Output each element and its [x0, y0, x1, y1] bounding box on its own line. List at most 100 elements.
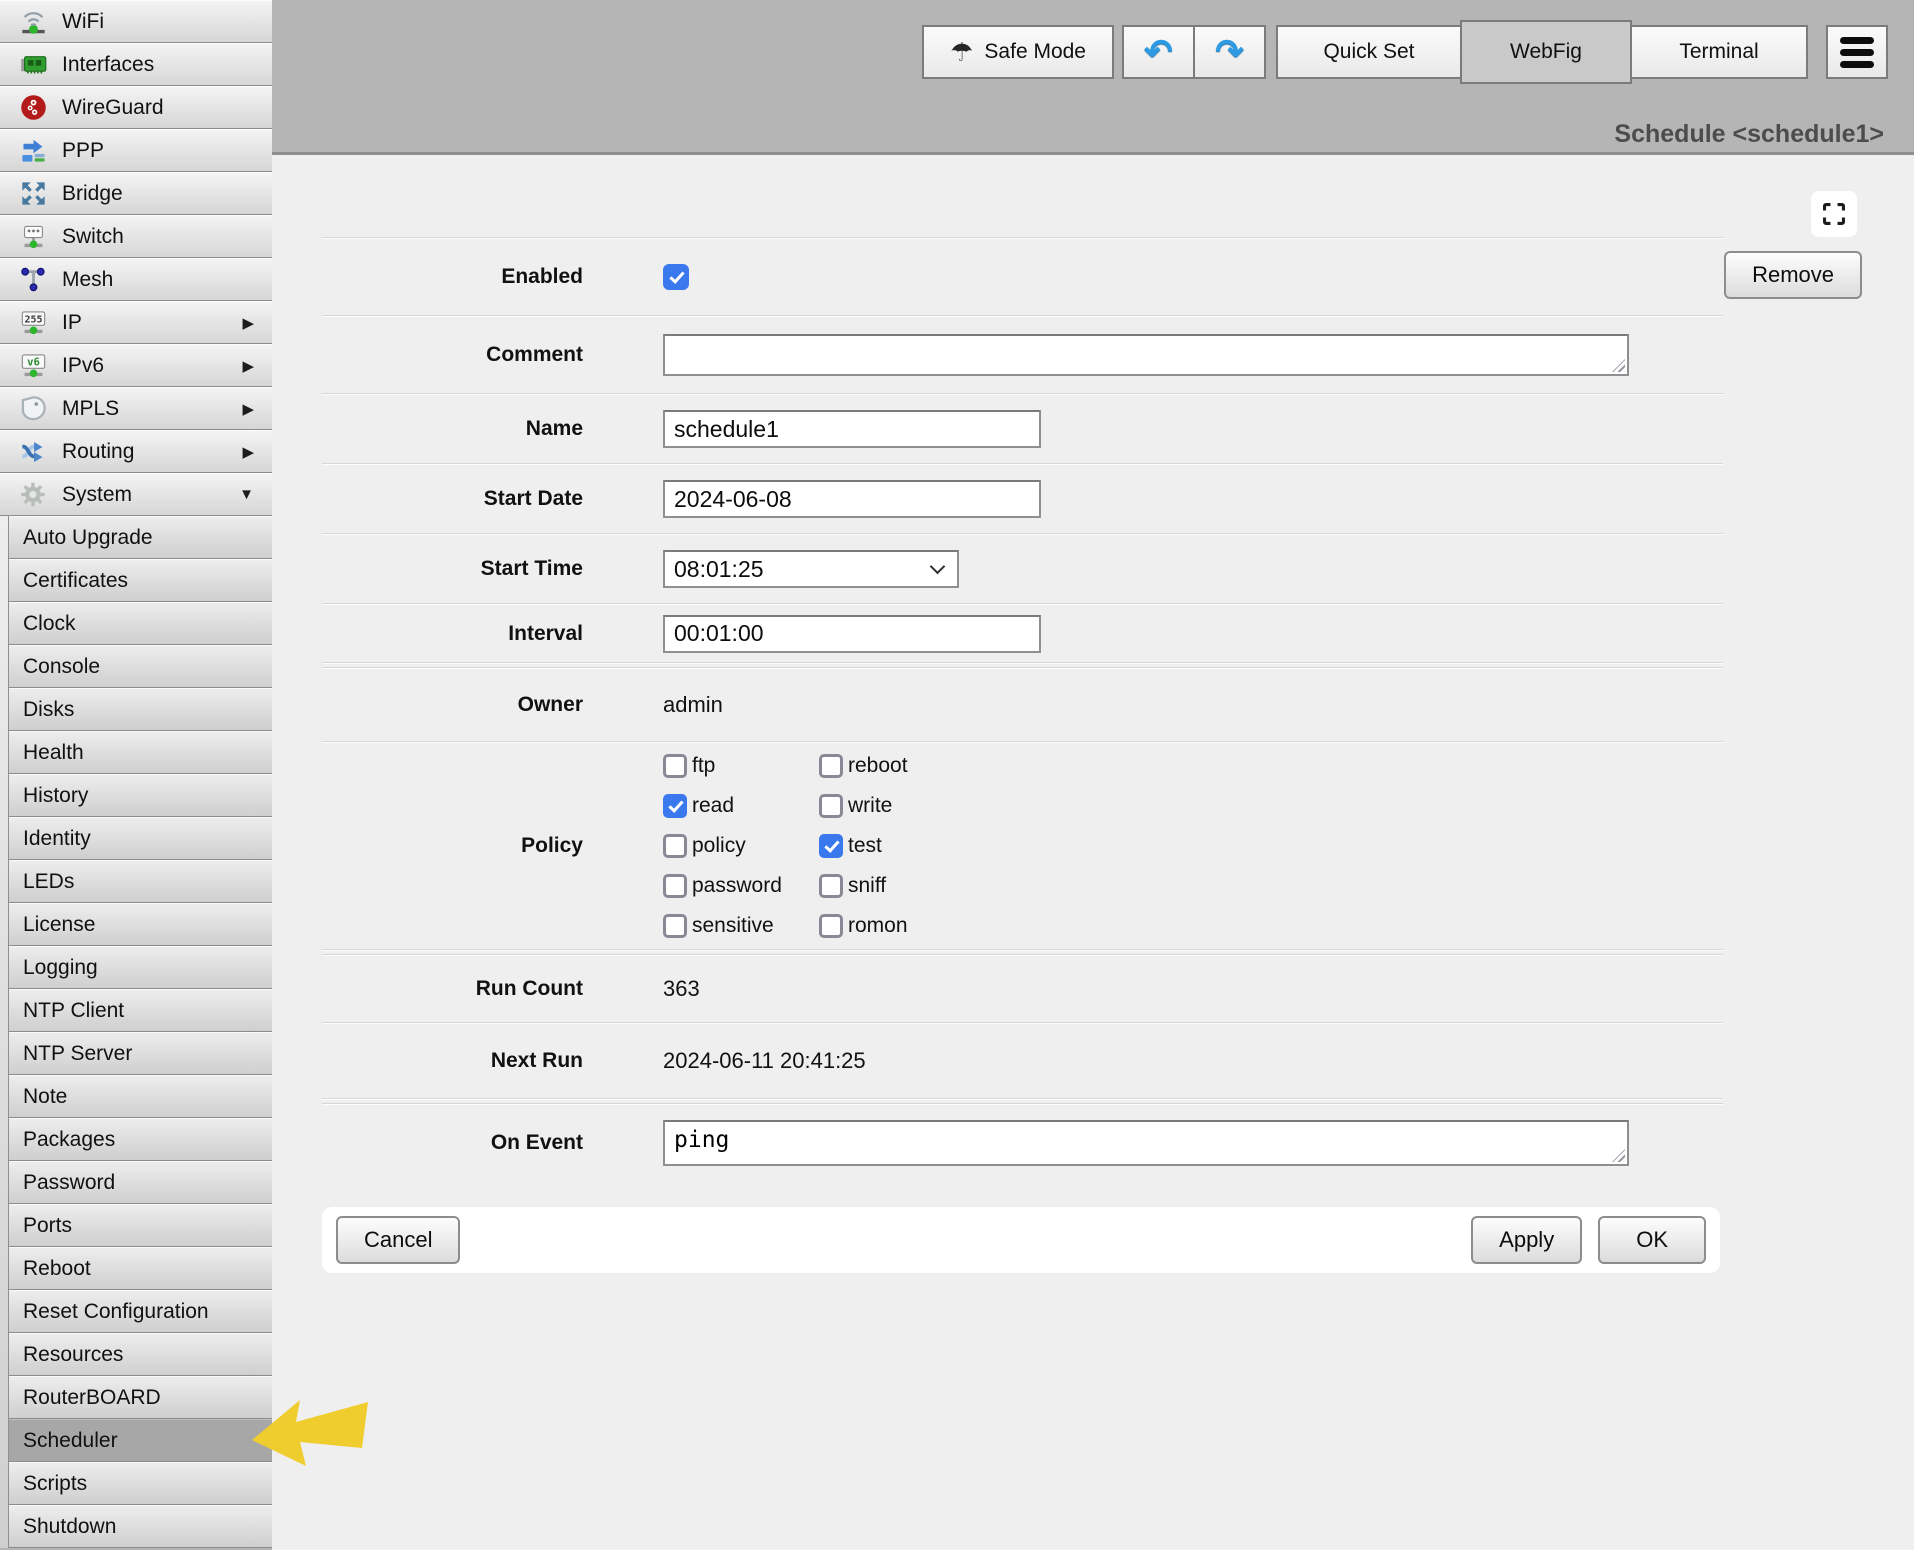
- owner-value: admin: [663, 692, 723, 718]
- comment-label: Comment: [272, 343, 583, 367]
- safe-mode-button[interactable]: ☂ Safe Mode: [922, 25, 1114, 79]
- sidebar-item-bridge[interactable]: Bridge: [0, 172, 272, 215]
- expand-button[interactable]: [1811, 191, 1857, 237]
- remove-button[interactable]: Remove: [1724, 251, 1862, 299]
- enabled-checkbox[interactable]: [663, 264, 689, 290]
- sidebar-item-history[interactable]: History: [9, 774, 272, 817]
- interval-label: Interval: [272, 622, 583, 646]
- sidebar-subitem-label: Disks: [23, 698, 74, 722]
- sidebar-subitem-label: Certificates: [23, 569, 128, 593]
- on-event-input[interactable]: ping: [663, 1120, 1629, 1166]
- bridge-icon: [16, 179, 50, 209]
- sidebar-item-ntp-client[interactable]: NTP Client: [9, 989, 272, 1032]
- policy-option-label: password: [692, 874, 782, 898]
- sidebar-item-wireguard[interactable]: WireGuard: [0, 86, 272, 129]
- sidebar-item-auto-upgrade[interactable]: Auto Upgrade: [9, 516, 272, 559]
- sidebar-item-ip[interactable]: 255 IP ▶: [0, 301, 272, 344]
- sidebar-item-switch[interactable]: Switch: [0, 215, 272, 258]
- policy-checkbox-policy[interactable]: [663, 834, 687, 858]
- policy-option-label: sensitive: [692, 914, 774, 938]
- sidebar-item-system[interactable]: System ▼: [0, 473, 272, 516]
- policy-checkbox-ftp[interactable]: [663, 754, 687, 778]
- policy-checkbox-read[interactable]: [663, 794, 687, 818]
- run-count-label: Run Count: [272, 977, 583, 1001]
- interfaces-icon: [16, 50, 50, 80]
- comment-input[interactable]: [663, 334, 1629, 376]
- sidebar-item-console[interactable]: Console: [9, 645, 272, 688]
- start-time-select[interactable]: 08:01:25: [663, 550, 959, 588]
- sidebar-item-scripts[interactable]: Scripts: [9, 1462, 272, 1505]
- top-toolbar: ☂ Safe Mode ↶ ↷ Quick Set WebFig Termina…: [922, 20, 1888, 84]
- sidebar-item-leds[interactable]: LEDs: [9, 860, 272, 903]
- sidebar-item-reboot[interactable]: Reboot: [9, 1247, 272, 1290]
- sidebar-item-ipv6[interactable]: v6 IPv6 ▶: [0, 344, 272, 387]
- sidebar-subitem-label: Auto Upgrade: [23, 526, 153, 550]
- mesh-icon: [16, 265, 50, 295]
- sidebar-subitem-label: Packages: [23, 1128, 115, 1152]
- sidebar-item-license[interactable]: License: [9, 903, 272, 946]
- policy-checkbox-sensitive[interactable]: [663, 914, 687, 938]
- policy-checkbox-password[interactable]: [663, 874, 687, 898]
- sidebar-item-logging[interactable]: Logging: [9, 946, 272, 989]
- sidebar-item-password[interactable]: Password: [9, 1161, 272, 1204]
- policy-checkbox-sniff[interactable]: [819, 874, 843, 898]
- policy-option-label: write: [848, 794, 892, 818]
- sidebar-item-mpls[interactable]: MPLS ▶: [0, 387, 272, 430]
- routing-icon: [16, 437, 50, 467]
- tab-webfig[interactable]: WebFig: [1460, 20, 1632, 84]
- ok-button[interactable]: OK: [1598, 1216, 1706, 1264]
- sidebar-item-health[interactable]: Health: [9, 731, 272, 774]
- sidebar-item-ports[interactable]: Ports: [9, 1204, 272, 1247]
- tab-terminal[interactable]: Terminal: [1630, 25, 1808, 79]
- sidebar-item-label: WiFi: [62, 10, 104, 34]
- menu-button[interactable]: [1826, 25, 1888, 79]
- policy-checkbox-write[interactable]: [819, 794, 843, 818]
- annotation-arrow: [250, 1396, 370, 1476]
- interval-input[interactable]: [663, 615, 1041, 653]
- undo-button[interactable]: ↶: [1122, 25, 1195, 79]
- sidebar-item-clock[interactable]: Clock: [9, 602, 272, 645]
- switch-icon: [16, 222, 50, 252]
- sidebar-item-wifi[interactable]: WiFi: [0, 0, 272, 43]
- sidebar-item-identity[interactable]: Identity: [9, 817, 272, 860]
- umbrella-icon: ☂: [950, 37, 973, 68]
- policy-checkbox-reboot[interactable]: [819, 754, 843, 778]
- sidebar-item-mesh[interactable]: Mesh: [0, 258, 272, 301]
- apply-button[interactable]: Apply: [1471, 1216, 1582, 1264]
- sidebar-item-label: System: [62, 483, 132, 507]
- sidebar-item-routerboard[interactable]: RouterBOARD: [9, 1376, 272, 1419]
- policy-option-label: sniff: [848, 874, 886, 898]
- sidebar-item-disks[interactable]: Disks: [9, 688, 272, 731]
- sidebar-item-note[interactable]: Note: [9, 1075, 272, 1118]
- undo-icon: ↶: [1144, 35, 1173, 69]
- sidebar-subitem-label: Clock: [23, 612, 76, 636]
- sidebar-item-scheduler[interactable]: Scheduler: [9, 1419, 272, 1462]
- svg-text:255: 255: [24, 315, 42, 326]
- tab-quick-set[interactable]: Quick Set: [1276, 25, 1462, 79]
- name-input[interactable]: [663, 410, 1041, 448]
- sidebar-subitem-label: NTP Server: [23, 1042, 132, 1066]
- sidebar-item-routing[interactable]: Routing ▶: [0, 430, 272, 473]
- cancel-button[interactable]: Cancel: [336, 1216, 460, 1264]
- redo-button[interactable]: ↷: [1193, 25, 1266, 79]
- sidebar-item-shutdown[interactable]: Shutdown: [9, 1505, 272, 1548]
- sidebar-item-packages[interactable]: Packages: [9, 1118, 272, 1161]
- sidebar-item-label: PPP: [62, 139, 104, 163]
- sidebar-item-certificates[interactable]: Certificates: [9, 559, 272, 602]
- sidebar-item-resources[interactable]: Resources: [9, 1333, 272, 1376]
- sidebar-subitem-label: RouterBOARD: [23, 1386, 161, 1410]
- form-row-owner: Owner admin: [272, 669, 1914, 741]
- sidebar-item-ntp-server[interactable]: NTP Server: [9, 1032, 272, 1075]
- policy-checkbox-test[interactable]: [819, 834, 843, 858]
- sidebar-item-ppp[interactable]: PPP: [0, 129, 272, 172]
- policy-checkbox-romon[interactable]: [819, 914, 843, 938]
- ip-icon: 255: [16, 308, 50, 338]
- sidebar-item-label: MPLS: [62, 397, 119, 421]
- sidebar-item-label: Interfaces: [62, 53, 154, 77]
- sidebar-item-interfaces[interactable]: Interfaces: [0, 43, 272, 86]
- start-date-input[interactable]: [663, 480, 1041, 518]
- sidebar-item-reset-configuration[interactable]: Reset Configuration: [9, 1290, 272, 1333]
- form-row-enabled: Enabled: [272, 239, 1914, 315]
- form-row-on-event: On Event ping: [272, 1105, 1914, 1181]
- sidebar-subitem-label: Shutdown: [23, 1515, 116, 1539]
